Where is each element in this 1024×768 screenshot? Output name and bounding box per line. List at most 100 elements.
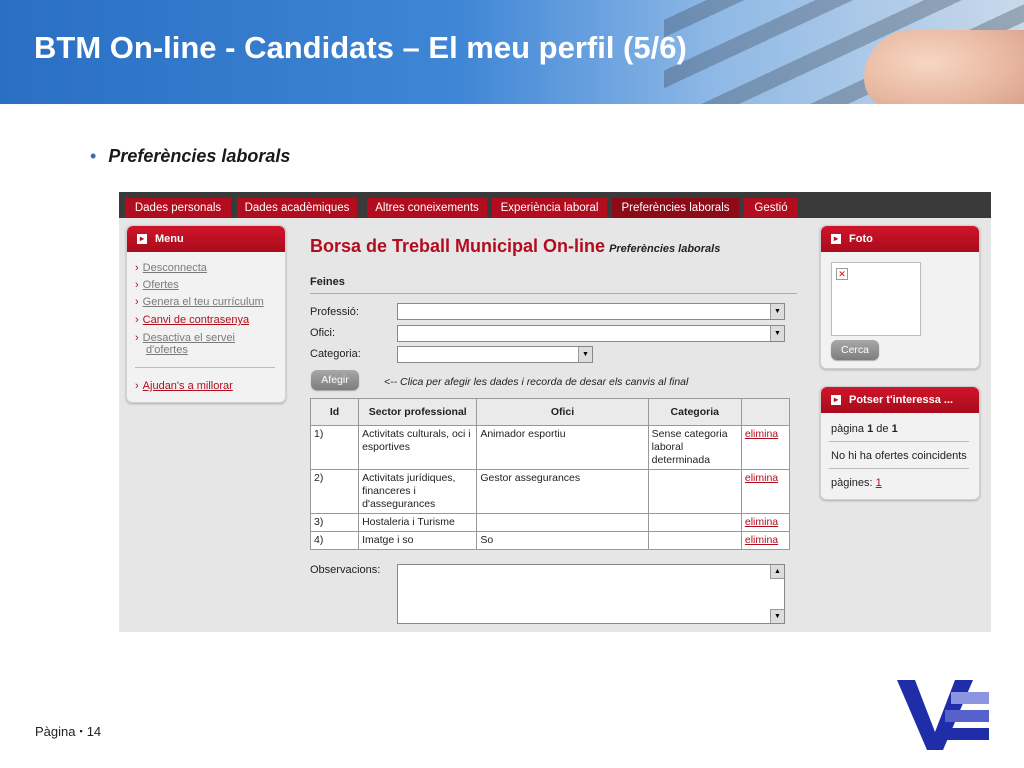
tab-dades-academiques[interactable]: Dades acadèmiques <box>237 198 357 218</box>
cerca-button[interactable]: Cerca <box>831 340 879 360</box>
cell-ofici: Gestor assegurances <box>476 469 649 514</box>
cell-sector: Activitats jurídiques, financeres i d'asse… <box>358 469 478 514</box>
col-header-ofici: Ofici <box>476 398 649 426</box>
menu-item-desconnecta[interactable]: › Desconnecta <box>135 262 207 274</box>
table-row: 2) Activitats jurídiques, financeres i d'a… <box>309 469 791 514</box>
bullet-text: Preferències laborals <box>108 146 291 166</box>
slide-header: BTM On-line - Candidats – El meu perfil … <box>0 0 1024 104</box>
categoria-select[interactable]: ▼ <box>397 346 593 363</box>
section-divider <box>310 293 797 294</box>
menu-item-desactiva-servei[interactable]: › Desactiva el servei d'ofertes <box>135 332 235 356</box>
logo-bar-bottom <box>939 728 989 740</box>
arrow-box-icon: ▸ <box>831 234 841 244</box>
interest-page-indicator: pàgina 1 de 1 <box>831 423 898 435</box>
menu-item-ofertes[interactable]: › Ofertes <box>135 279 179 291</box>
observacions-textarea[interactable]: ▲ ▼ <box>397 564 785 624</box>
table-row: 4) Imatge i so So elimina <box>309 531 791 550</box>
cell-categoria: Sense categoria laboral determinada <box>647 425 742 470</box>
menu-panel-header: ▸ Menu <box>127 226 285 252</box>
arrow-box-icon: ▸ <box>831 395 841 405</box>
cell-id: 3) <box>309 513 360 532</box>
interest-divider <box>829 468 969 469</box>
menu-item-genera-curriculum[interactable]: › Genera el teu currículum <box>135 296 264 308</box>
categoria-label: Categoria: <box>310 348 361 360</box>
bullet-item: • Preferències laborals <box>90 146 290 167</box>
cell-ofici: Animador esportiu <box>476 425 649 470</box>
foto-panel-header: ▸ Foto <box>821 226 979 252</box>
cell-id: 1) <box>309 425 360 470</box>
cell-sector: Imatge i so <box>358 531 478 550</box>
tab-dades-personals[interactable]: Dades personals <box>125 198 231 218</box>
ofici-select[interactable]: ▼ <box>397 325 785 342</box>
dropdown-arrow-icon: ▼ <box>578 347 592 362</box>
chevron-right-icon: › <box>135 380 139 392</box>
cell-categoria <box>647 513 742 532</box>
table-row: 1) Activitats culturals, oci i esportives… <box>309 425 791 470</box>
table-header-row: Id Sector professional Ofici Categoria <box>309 398 791 426</box>
tab-preferencies-laborals[interactable]: Preferències laborals <box>612 198 739 218</box>
bullet-dot-icon: • <box>90 146 97 166</box>
col-header-categoria: Categoria <box>647 398 742 426</box>
preferences-table: Id Sector professional Ofici Categoria 1… <box>309 398 791 550</box>
col-header-sector: Sector professional <box>358 398 478 426</box>
main-subtitle: Preferències laborals <box>609 243 721 255</box>
afegir-button[interactable]: Afegir <box>311 370 359 390</box>
interest-title: Potser t'interessa ... <box>849 394 954 406</box>
foto-title: Foto <box>849 233 873 245</box>
chevron-right-icon: › <box>135 262 139 274</box>
tab-gestio[interactable]: Gestió <box>744 198 798 218</box>
cell-sector: Activitats culturals, oci i esportives <box>358 425 478 470</box>
professio-select[interactable]: ▼ <box>397 303 785 320</box>
no-offers-text: No hi ha ofertes coincidents <box>831 450 967 462</box>
interest-pages: pàgines: 1 <box>831 477 882 489</box>
menu-item-canvi-contrasenya[interactable]: › Canvi de contrasenya <box>135 314 249 326</box>
ve-logo <box>897 680 989 750</box>
col-header-action <box>740 398 791 426</box>
scroll-up-icon[interactable]: ▲ <box>770 565 784 579</box>
section-feines: Feines <box>310 276 345 288</box>
embedded-screenshot: Dades personals Dades acadèmiques Altres… <box>119 192 991 632</box>
chevron-right-icon: › <box>135 314 139 326</box>
observacions-label: Observacions: <box>310 564 381 576</box>
col-header-id: Id <box>309 398 360 426</box>
broken-image-icon: ✕ <box>836 268 848 280</box>
elimina-link[interactable]: elimina <box>740 513 791 532</box>
elimina-link[interactable]: elimina <box>740 531 791 550</box>
ofici-label: Ofici: <box>310 327 336 339</box>
scroll-down-icon[interactable]: ▼ <box>770 609 784 623</box>
tab-bar: Dades personals Dades acadèmiques Altres… <box>119 192 991 218</box>
main-title: Borsa de Treball Municipal On-line Prefer… <box>310 236 721 256</box>
chevron-right-icon: › <box>135 332 139 344</box>
menu-title: Menu <box>155 233 184 245</box>
photo-placeholder: ✕ <box>831 262 921 336</box>
arrow-box-icon: ▸ <box>137 234 147 244</box>
menu-panel: ▸ Menu › Desconnecta › Ofertes › Genera el … <box>126 225 286 403</box>
pages-link[interactable]: 1 <box>876 477 882 489</box>
cell-sector: Hostaleria i Turisme <box>358 513 478 532</box>
interest-panel-header: ▸ Potser t'interessa ... <box>821 387 979 413</box>
menu-divider <box>135 367 275 368</box>
add-hint-text: <-- Clica per afegir les dades i recorda… <box>384 376 689 388</box>
slide-footer: Pàgina ▪ 14 <box>35 724 101 739</box>
interest-panel: ▸ Potser t'interessa ... pàgina 1 de 1 N… <box>820 386 980 500</box>
chevron-right-icon: › <box>135 279 139 291</box>
tab-experiencia-laboral[interactable]: Experiència laboral <box>492 198 607 218</box>
table-row: 3) Hostaleria i Turisme elimina <box>309 513 791 532</box>
hand-photo <box>864 30 1024 104</box>
footer-separator: ▪ <box>79 726 83 736</box>
logo-bar-top <box>951 692 989 704</box>
professio-label: Professió: <box>310 306 359 318</box>
foto-panel: ▸ Foto ✕ Cerca <box>820 225 980 369</box>
cell-id: 4) <box>309 531 360 550</box>
menu-item-ajudans-millorar[interactable]: › Ajudan's a millorar <box>135 380 233 392</box>
cell-ofici <box>476 513 649 532</box>
page-number: 14 <box>86 724 102 739</box>
cell-id: 2) <box>309 469 360 514</box>
cell-ofici: So <box>476 531 649 550</box>
slide-title: BTM On-line - Candidats – El meu perfil … <box>34 30 687 65</box>
elimina-link[interactable]: elimina <box>740 425 791 470</box>
tab-altres-coneixements[interactable]: Altres coneixements <box>367 198 487 218</box>
interest-divider <box>829 441 969 442</box>
elimina-link[interactable]: elimina <box>740 469 791 514</box>
footer-label: Pàgina <box>35 724 76 739</box>
